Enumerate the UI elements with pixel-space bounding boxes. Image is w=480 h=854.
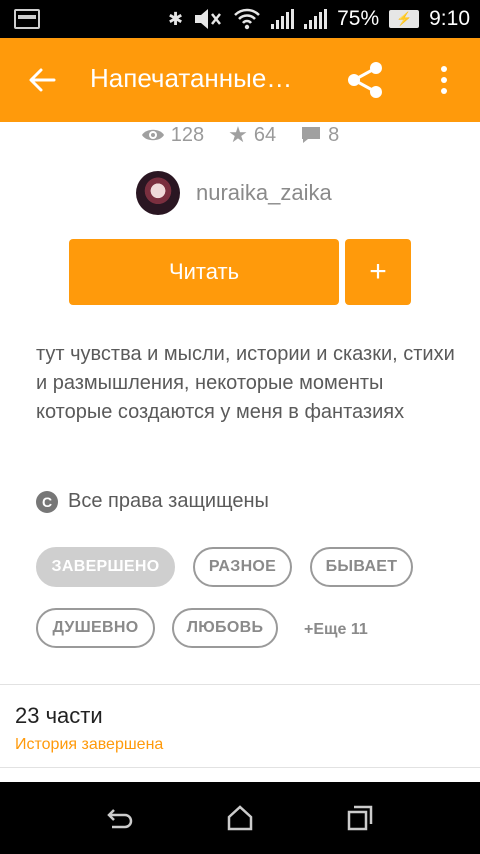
stars-stat: ★ 64 xyxy=(228,122,276,148)
copyright-icon: C xyxy=(36,490,58,513)
tag-love[interactable]: ЛЮБОВЬ xyxy=(172,608,278,648)
more-vert-icon[interactable] xyxy=(432,64,456,96)
status-bar: ✱ 75% ⚡ 9:10 xyxy=(0,0,480,38)
system-nav-bar xyxy=(0,782,480,854)
stars-count: 64 xyxy=(253,123,277,146)
copyright-row: C Все права защищены xyxy=(36,490,269,513)
story-description: тут чувства и мысли, истории и сказки, с… xyxy=(36,343,455,423)
add-to-library-button[interactable]: + xyxy=(345,239,411,305)
tag-completed[interactable]: ЗАВЕРШЕНО xyxy=(36,547,175,587)
views-stat: 128 xyxy=(141,124,204,147)
battery-percent: 75% xyxy=(337,7,380,30)
divider xyxy=(0,684,480,685)
comments-stat: 8 xyxy=(300,124,339,147)
home-icon[interactable] xyxy=(226,804,254,832)
author-row[interactable]: nuraika_zaika xyxy=(136,171,332,215)
signal-icon xyxy=(304,9,328,29)
back-arrow-icon[interactable] xyxy=(26,64,58,96)
story-stats: 128 ★ 64 8 xyxy=(0,122,480,148)
mute-icon xyxy=(195,9,222,29)
read-button[interactable]: Читать xyxy=(69,239,339,305)
clock: 9:10 xyxy=(429,7,470,30)
avatar[interactable] xyxy=(136,171,180,215)
app-bar: Напечатанные… xyxy=(0,38,480,122)
author-name[interactable]: nuraika_zaika xyxy=(196,180,332,206)
comments-count: 8 xyxy=(328,123,340,146)
story-status: История завершена xyxy=(15,736,164,753)
star-icon: ★ xyxy=(228,122,248,147)
recents-icon[interactable] xyxy=(346,804,374,832)
back-nav-icon[interactable] xyxy=(106,804,134,832)
status-right: ✱ 75% ⚡ 9:10 xyxy=(168,0,470,38)
wifi-icon xyxy=(234,8,260,30)
tag-happens[interactable]: БЫВАЕТ xyxy=(310,547,413,587)
tag-misc[interactable]: РАЗНОЕ xyxy=(193,547,292,587)
views-count: 128 xyxy=(170,123,205,146)
battery-charging-icon: ⚡ xyxy=(389,10,420,28)
signal-icon xyxy=(271,9,295,29)
image-icon xyxy=(14,9,40,29)
page-title: Напечатанные… xyxy=(90,63,293,93)
comment-icon xyxy=(302,127,321,143)
more-tags-link[interactable]: +Еще 11 xyxy=(304,621,368,639)
eye-icon xyxy=(141,129,164,141)
bluetooth-icon: ✱ xyxy=(168,8,184,29)
parts-count[interactable]: 23 части xyxy=(15,703,103,729)
copyright-text: Все права защищены xyxy=(68,490,269,512)
share-icon[interactable] xyxy=(346,60,386,100)
divider xyxy=(0,767,480,768)
tag-soulful[interactable]: ДУШЕВНО xyxy=(36,608,155,648)
